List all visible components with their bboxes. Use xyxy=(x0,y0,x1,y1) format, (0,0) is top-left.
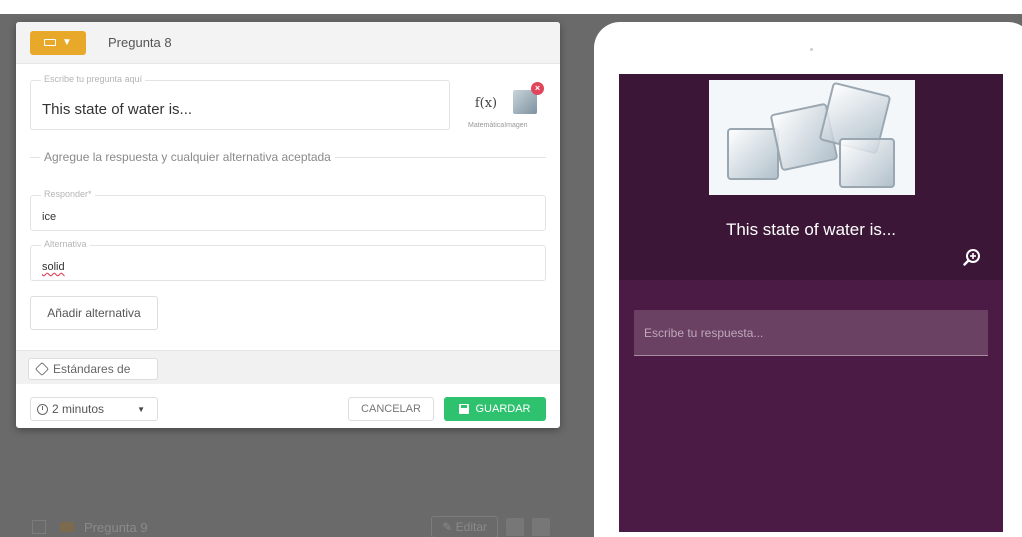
tablet-preview: This state of water is... Escribe tu res… xyxy=(594,22,1022,537)
tag-icon xyxy=(34,361,50,377)
add-alternative-button[interactable]: Añadir alternativa xyxy=(30,296,158,330)
preview-answer-placeholder: Escribe tu respuesta... xyxy=(644,326,764,340)
edit-button-label: Editar xyxy=(455,520,487,534)
alternative-input[interactable]: Alternativa solid xyxy=(30,239,546,281)
question-title: Pregunta 8 xyxy=(108,35,172,50)
answer-input-value: ice xyxy=(42,211,57,223)
delete-icon xyxy=(532,518,550,536)
alternative-input-value: solid xyxy=(42,261,65,273)
ice-cube xyxy=(727,128,779,180)
answer-input-label: Responder* xyxy=(41,189,95,199)
tool-labels: MatemáticaImagen xyxy=(468,122,528,129)
standards-label: Estándares de xyxy=(53,362,131,376)
ice-cube xyxy=(839,138,895,188)
preview-question-area: This state of water is... xyxy=(619,74,1003,280)
question-editor: ▼ Pregunta 8 Escribe tu pregunta aquí Th… xyxy=(16,22,560,428)
question-type-dropdown[interactable]: ▼ xyxy=(30,30,86,55)
answers-divider: Agregue la respuesta y cualquier alterna… xyxy=(30,150,546,164)
time-limit-value: 2 minutos xyxy=(52,402,105,416)
preview-screen: This state of water is... Escribe tu res… xyxy=(619,74,1003,532)
top-strip xyxy=(0,0,1022,14)
row-checkbox xyxy=(32,520,46,534)
floppy-disk-icon xyxy=(459,404,470,414)
question-type-icon xyxy=(60,522,74,532)
clock-icon xyxy=(37,403,48,415)
standards-button[interactable]: Estándares de xyxy=(28,358,158,380)
edit-button: ✎ Editar xyxy=(431,516,498,537)
zoom-in-icon[interactable] xyxy=(963,248,981,266)
ice-cubes-image xyxy=(709,80,915,195)
fill-blank-icon xyxy=(44,39,57,46)
caret-down-icon: ▼ xyxy=(137,404,145,414)
answers-divider-text: Agregue la respuesta y cualquier alterna… xyxy=(40,150,335,164)
background-question-title: Pregunta 9 xyxy=(84,519,148,535)
editor-header: ▼ Pregunta 8 xyxy=(16,22,560,64)
time-limit-select[interactable]: 2 minutos ▼ xyxy=(30,397,158,421)
save-button[interactable]: GUARDAR xyxy=(444,397,546,421)
question-input[interactable]: Escribe tu pregunta aquí This state of w… xyxy=(30,74,450,130)
math-label: Matemática xyxy=(468,122,505,129)
background-question-row: Pregunta 9 ✎ Editar xyxy=(18,515,558,537)
preview-answer-input[interactable]: Escribe tu respuesta... xyxy=(634,310,988,356)
chevron-down-icon: ▼ xyxy=(62,37,72,48)
answer-input[interactable]: Responder* ice xyxy=(30,189,546,231)
preview-question-text: This state of water is... xyxy=(725,220,897,239)
image-button[interactable]: × xyxy=(513,82,549,118)
alternative-input-label: Alternativa xyxy=(41,239,90,249)
tablet-camera xyxy=(810,48,813,51)
remove-image-icon[interactable]: × xyxy=(531,82,544,95)
function-icon: f(x) xyxy=(474,96,498,111)
cancel-button[interactable]: CANCELAR xyxy=(348,397,434,421)
image-label: Imagen xyxy=(504,122,528,129)
duplicate-icon xyxy=(506,518,524,536)
question-input-label: Escribe tu pregunta aquí xyxy=(41,74,146,84)
question-input-value: This state of water is... xyxy=(42,101,193,118)
save-label: GUARDAR xyxy=(475,403,531,415)
math-button[interactable]: f(x) xyxy=(466,84,506,111)
